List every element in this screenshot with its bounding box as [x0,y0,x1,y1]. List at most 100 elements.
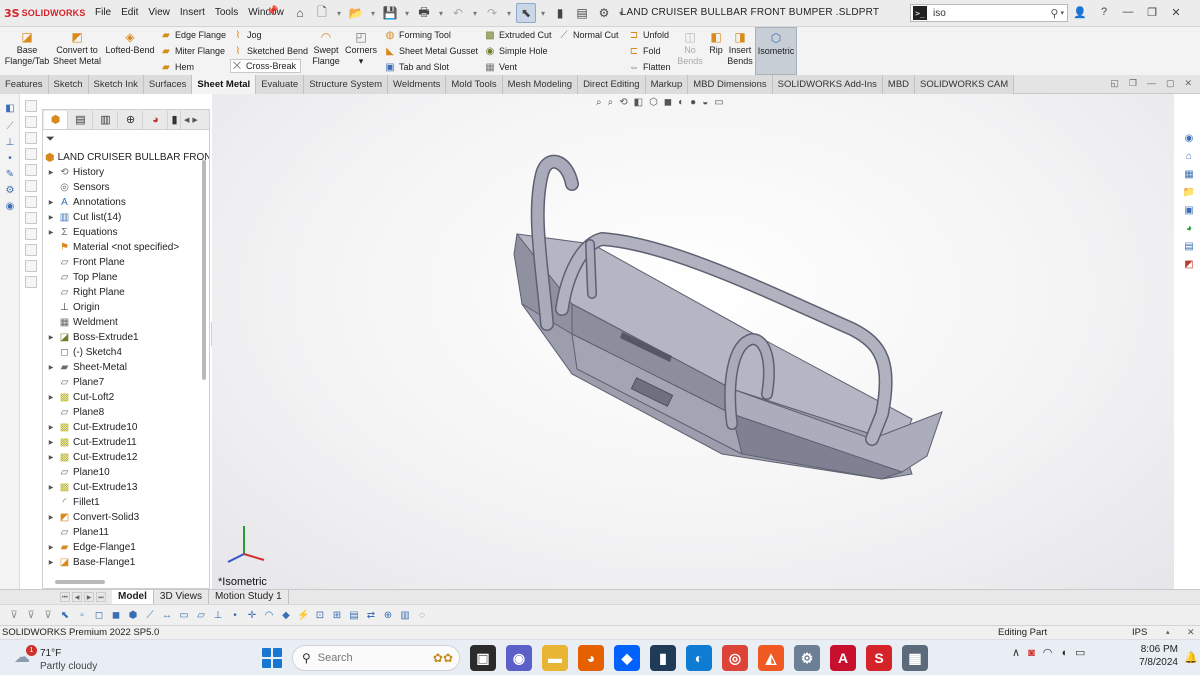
tab-mesh-modeling[interactable]: Mesh Modeling [502,75,579,94]
toolbar-slot-icon[interactable] [25,196,37,208]
redo-icon[interactable]: ↷ [482,3,502,23]
prev-tab-icon[interactable]: ◀ [72,592,82,602]
toolbar-slot-icon[interactable] [25,100,37,112]
vent-button[interactable]: ▦ Vent [484,60,517,74]
open-dropdown-icon[interactable]: ▾ [368,3,378,23]
panel-left-arrow-icon[interactable]: ◀ [184,116,189,124]
display-manager-tab-icon[interactable]: ◕ [144,110,168,129]
solidworks-resources-icon[interactable]: ◉ [1181,130,1197,146]
firefox-icon[interactable]: ◕ [578,645,604,671]
tab-motion-study[interactable]: Motion Study 1 [209,590,289,605]
first-tab-icon[interactable]: ⏮ [60,592,70,602]
view-settings-icon[interactable]: ▭ [714,97,723,108]
open-folder-icon[interactable]: 📂 [346,3,366,23]
appearance-icon[interactable]: ● [690,97,696,108]
tab-and-slot-button[interactable]: ▣ Tab and Slot [384,60,449,74]
filter-surfaces-icon[interactable]: ◠ [263,610,275,621]
last-tab-icon[interactable]: ⏭ [96,592,106,602]
expand-arrow-icon[interactable]: ▶ [47,229,55,236]
rebuild-icon[interactable]: ▮ [550,3,570,23]
view-palette-icon[interactable]: ▣ [1181,202,1197,218]
tree-item[interactable]: ▶ Σ Equations [43,225,203,240]
filter-faces-icon[interactable]: ◼ [110,610,122,621]
file-explorer-icon[interactable]: ▬ [542,645,568,671]
task-view-icon[interactable]: ▣ [470,645,496,671]
insert-bends-button[interactable]: ◨ Insert Bends [726,27,754,75]
undo-icon[interactable]: ↶ [448,3,468,23]
filter-clear-icon[interactable]: ⊽ [25,610,37,621]
tree-item[interactable]: ◻ (-) Sketch4 [43,345,203,360]
unit-system[interactable]: IPS [1132,627,1147,638]
dropbox-icon[interactable]: ◆ [614,645,640,671]
print-dropdown-icon[interactable]: ▾ [436,3,446,23]
tree-item[interactable]: ◜ Fillet1 [43,495,203,510]
toolbar-slot-icon[interactable] [25,212,37,224]
redo-dropdown-icon[interactable]: ▾ [504,3,514,23]
menu-tools[interactable]: Tools [210,7,243,18]
filter-edges-icon[interactable]: ◻ [93,610,105,621]
windows-start-icon[interactable] [262,648,282,668]
tree-item[interactable]: ⊥ Origin [43,300,203,315]
tree-item[interactable]: ▶ ▰ Edge-Flange1 [43,540,203,555]
solidworks-logo[interactable]: 3S SOLIDWORKS [4,6,86,20]
menu-view[interactable]: View [143,7,175,18]
wifi-icon[interactable]: ◠ [1043,646,1053,659]
filter-planes-icon[interactable]: ▱ [195,610,207,621]
filter-datum-icon[interactable]: ⊞ [331,610,343,621]
filter-vertices-icon[interactable]: ▫ [76,610,88,621]
filter-all-icon[interactable]: ⊽ [42,610,54,621]
toolbar-slot-icon[interactable] [25,116,37,128]
tab-mbd-dimensions[interactable]: MBD Dimensions [688,75,773,94]
filter-points-icon[interactable]: • [229,610,241,621]
corners-dropdown-icon[interactable]: ▾ [359,56,364,67]
toolbar-slot-icon[interactable] [25,164,37,176]
cross-break-button[interactable]: ⨉ Cross-Break [230,59,302,73]
expand-arrow-icon[interactable]: ▶ [47,169,55,176]
restore-icon[interactable]: ❐ [1144,4,1160,20]
filter-routes-icon[interactable]: ⇄ [365,610,377,621]
filter-icon[interactable]: ⏷ [46,133,55,146]
save-icon[interactable]: 💾 [380,3,400,23]
tab-solidworks-add-ins[interactable]: SOLIDWORKS Add-Ins [772,75,883,94]
sheet-metal-gusset-button[interactable]: ◣ Sheet Metal Gusset [384,44,478,58]
tree-item[interactable]: ▱ Front Plane [43,255,203,270]
filter-loops-icon[interactable]: ◌ [416,610,428,621]
edge-icon[interactable]: ◐ [686,645,712,671]
tree-item[interactable]: ▱ Plane10 [43,465,203,480]
simple-hole-button[interactable]: ◉ Simple Hole [484,44,548,58]
display-icon[interactable]: ◉ [3,200,17,214]
units-dropdown-icon[interactable]: ▴ [1166,628,1170,636]
no-bends-button[interactable]: ◫ No Bends [676,27,704,75]
settings-gear-icon[interactable]: ⚙ [794,645,820,671]
bullbar-model[interactable] [212,94,1174,589]
hem-button[interactable]: ▰ Hem [160,60,194,74]
tree-item[interactable]: ▶ ◪ Boss-Extrude1 [43,330,203,345]
status-close-icon[interactable]: ✕ [1187,627,1195,638]
normal-cut-button[interactable]: ⟋ Normal Cut [558,28,619,42]
rip-button[interactable]: ◧ Rip [706,27,726,75]
filter-coords-icon[interactable]: ✛ [246,610,258,621]
volume-icon[interactable]: ◖ [1060,647,1067,659]
filter-dims-icon[interactable]: ↔ [161,610,173,621]
tree-item[interactable]: ▱ Right Plane [43,285,203,300]
tree-item[interactable]: ▶ ▩ Cut-Extrude12 [43,450,203,465]
previous-view-icon[interactable]: ⟲ [619,97,627,108]
brave-icon[interactable]: ◭ [758,645,784,671]
taskbar-search-input[interactable] [317,652,398,664]
corners-button[interactable]: ◰ Corners ▾ [344,27,378,75]
select-cursor-icon[interactable]: ⬉ [516,3,536,23]
filter-blocks-icon[interactable]: ▤ [348,610,360,621]
battery-icon[interactable]: ▭ [1075,646,1085,659]
filter-gtol-icon[interactable]: ⊡ [314,610,326,621]
toolbar-slot-icon[interactable] [25,276,37,288]
doc-close-icon[interactable]: ✕ [1184,78,1192,89]
acrobat-icon[interactable]: A [830,645,856,671]
tree-item[interactable]: ▶ ▥ Cut list(14) [43,210,203,225]
hide-show-icon[interactable]: ◐ [678,97,684,108]
view-orientation-icon[interactable]: ⬡ [649,97,658,108]
select-arrow-icon[interactable]: ⬉ [59,610,71,621]
tree-item[interactable]: ▶ ▩ Cut-Extrude13 [43,480,203,495]
cam-tab-icon[interactable]: ▮ [169,110,181,129]
convert-to-sheet-metal-button[interactable]: ◩ Convert to Sheet Metal [51,27,103,75]
toolbar-slot-icon[interactable] [25,260,37,272]
